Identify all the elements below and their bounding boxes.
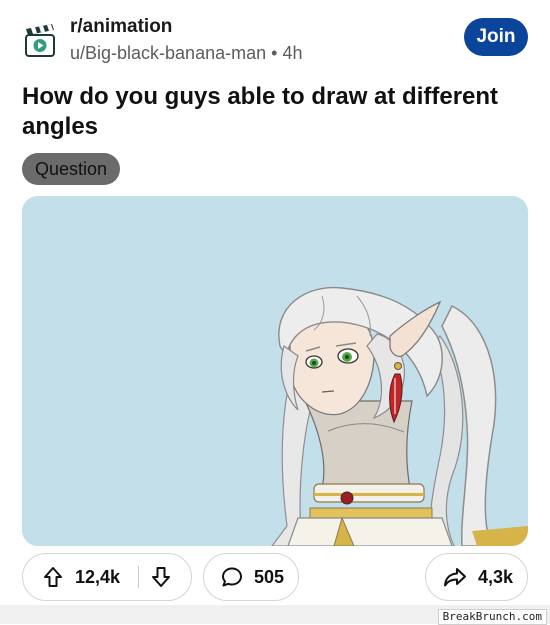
- comment-icon: [220, 565, 244, 589]
- author-name[interactable]: u/Big-black-banana-man: [70, 43, 266, 63]
- clapperboard-icon[interactable]: [22, 22, 60, 60]
- post-time: 4h: [282, 43, 303, 63]
- post-image[interactable]: [22, 196, 528, 546]
- downvote-icon[interactable]: [149, 565, 173, 589]
- share-icon: [442, 565, 468, 589]
- post-title[interactable]: How do you guys able to draw at differen…: [22, 82, 522, 142]
- anime-elf-illustration: [22, 196, 528, 546]
- vote-divider: [138, 566, 140, 588]
- post-meta: u/Big-black-banana-man • 4h: [70, 43, 303, 64]
- upvote-count: 12,4k: [75, 566, 121, 587]
- meta-separator: •: [271, 43, 278, 63]
- vote-control: 12,4k: [22, 553, 192, 601]
- post-header: r/animation u/Big-black-banana-man • 4h …: [22, 14, 528, 64]
- watermark: BreakBrunch.com: [437, 609, 547, 625]
- share-count: 4,3k: [478, 566, 514, 587]
- comments-button[interactable]: 505: [203, 553, 299, 601]
- upvote-icon[interactable]: [41, 565, 65, 589]
- subreddit-name[interactable]: r/animation: [70, 16, 172, 38]
- flair-badge[interactable]: Question: [22, 153, 121, 185]
- comment-count: 505: [254, 566, 285, 587]
- join-button[interactable]: Join: [464, 18, 528, 56]
- share-button[interactable]: 4,3k: [425, 553, 528, 601]
